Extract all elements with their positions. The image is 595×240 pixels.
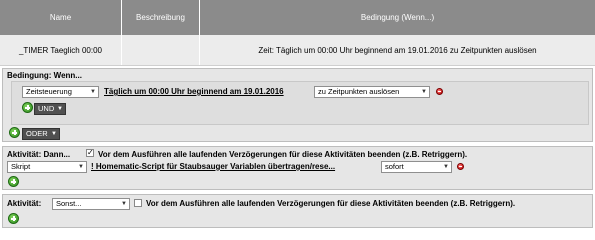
activity-type-select[interactable]: Skript ▼ (7, 161, 87, 173)
oder-select[interactable]: ODER ▼ (22, 128, 60, 140)
chevron-down-icon: ▼ (121, 201, 127, 207)
trigger-mode-select[interactable]: zu Zeitpunkten auslösen ▼ (314, 86, 430, 98)
add-else-activity-icon[interactable] (8, 213, 19, 224)
und-select-value: UND (38, 104, 55, 113)
col-header-bedingung[interactable]: Bedingung (Wenn...) (200, 0, 595, 35)
activity-then-title: Aktivität: Dann... (7, 150, 71, 159)
table-row: _TIMER Taeglich 00:00 Zeit: Täglich um 0… (0, 35, 595, 66)
else-stop-delays-label: Vor dem Ausführen alle laufenden Verzöge… (146, 199, 516, 208)
condition-section: Bedingung: Wenn... Zeitsteuerung ▼ Tägli… (2, 68, 593, 142)
add-condition-group-icon[interactable] (9, 127, 20, 138)
else-stop-delays-checkbox[interactable] (134, 199, 142, 207)
delete-activity-icon[interactable] (457, 163, 464, 170)
delete-condition-icon[interactable] (436, 88, 443, 95)
script-link[interactable]: ! Homematic-Script für Staubsauger Varia… (91, 162, 335, 171)
time-schedule-link[interactable]: Täglich um 00:00 Uhr beginnend am 19.01.… (104, 87, 284, 96)
condition-type-select-value: Zeitsteuerung (26, 87, 72, 96)
trigger-mode-select-value: zu Zeitpunkten auslösen (318, 87, 400, 96)
condition-block: Zeitsteuerung ▼ Täglich um 00:00 Uhr beg… (11, 81, 589, 125)
chevron-down-icon: ▼ (90, 89, 96, 95)
chevron-down-icon: ▼ (57, 106, 63, 112)
condition-title: Bedingung: Wenn... (7, 71, 82, 80)
check-icon: ✓ (87, 148, 94, 157)
activity-else-title: Aktivität: (7, 199, 42, 208)
chevron-down-icon: ▼ (51, 131, 57, 137)
col-header-name[interactable]: Name (0, 0, 122, 35)
activity-else-section: Aktivität: Sonst... ▼ Vor dem Ausführen … (2, 194, 593, 228)
else-select-value: Sonst... (56, 199, 82, 208)
und-select[interactable]: UND ▼ (34, 103, 66, 115)
chevron-down-icon: ▼ (443, 164, 449, 170)
chevron-down-icon: ▼ (78, 164, 84, 170)
else-select[interactable]: Sonst... ▼ (52, 198, 130, 210)
add-condition-icon[interactable] (22, 102, 33, 113)
chevron-down-icon: ▼ (421, 89, 427, 95)
timing-select-value: sofort (385, 162, 404, 171)
add-activity-icon[interactable] (8, 176, 19, 187)
program-condition-cell: Zeit: Täglich um 00:00 Uhr beginnend am … (258, 45, 537, 55)
program-editor: Name Beschreibung Bedingung (Wenn...) _T… (0, 0, 595, 232)
col-header-beschreibung[interactable]: Beschreibung (122, 0, 200, 35)
program-name-cell: _TIMER Taeglich 00:00 (0, 35, 122, 65)
stop-delays-checkbox[interactable]: ✓ (86, 149, 94, 157)
program-table: Name Beschreibung Bedingung (Wenn...) _T… (0, 0, 595, 66)
activity-then-section: Aktivität: Dann... ✓ Vor dem Ausführen a… (2, 146, 593, 190)
table-header-row: Name Beschreibung Bedingung (Wenn...) (0, 0, 595, 35)
timing-select[interactable]: sofort ▼ (381, 161, 452, 173)
oder-select-value: ODER (26, 129, 48, 138)
activity-type-select-value: Skript (11, 162, 31, 171)
stop-delays-label: Vor dem Ausführen alle laufenden Verzöge… (98, 150, 468, 159)
program-description-cell (122, 35, 200, 65)
condition-type-select[interactable]: Zeitsteuerung ▼ (22, 86, 99, 98)
